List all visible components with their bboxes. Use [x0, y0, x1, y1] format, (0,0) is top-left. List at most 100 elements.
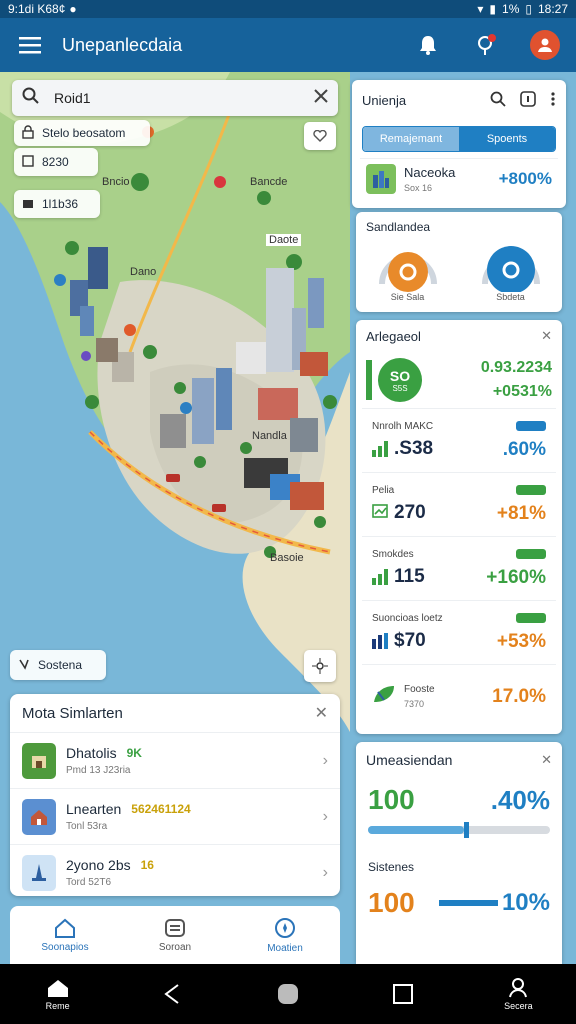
crosshair-icon: [312, 658, 328, 674]
list-item[interactable]: Lnearten 562461124 Tonl 53ra ›: [10, 788, 340, 844]
tab-label: Moatien: [267, 942, 303, 954]
stat-row[interactable]: Smokdes 115 +160%: [362, 536, 556, 600]
bar-chart-icon: [372, 633, 388, 649]
close-icon[interactable]: [314, 88, 328, 108]
stat-pill: [516, 548, 546, 559]
card-title: Umeasiendan: [366, 752, 453, 768]
big-value: 100: [368, 784, 415, 815]
card-title: Arlegaeol: [366, 328, 421, 344]
more-icon[interactable]: [550, 91, 556, 110]
nav-back-button[interactable]: [143, 983, 203, 1005]
station-label: Sostena: [38, 658, 83, 672]
chevron-icon: [18, 658, 30, 673]
recenter-button[interactable]: [304, 650, 336, 682]
nav-label: Reme: [45, 1000, 70, 1011]
status-time: 9:1di K68¢: [8, 2, 66, 16]
square-icon: [393, 984, 414, 1004]
close-icon[interactable]: ✕: [541, 752, 552, 768]
panel-title: Mota Simlarten: [22, 704, 123, 722]
item-sub: Tord 52T6: [66, 877, 112, 888]
nav-label: Secera: [504, 1000, 533, 1011]
stat-row[interactable]: Suoncioas loetz $70 +53%: [362, 600, 556, 664]
info-icon[interactable]: [520, 90, 536, 110]
nav-recent-button[interactable]: Secera: [488, 977, 548, 1011]
map-distance-chip[interactable]: 1l1b36: [14, 190, 100, 218]
back-icon: [164, 984, 179, 1004]
tab-monitor[interactable]: Moatien: [230, 906, 340, 964]
stat-pct: +53%: [496, 630, 546, 652]
map-search-bar: [12, 80, 338, 116]
gauge-right[interactable]: Sbdeta: [479, 240, 543, 302]
stat-label: Suoncioas loetz: [372, 613, 443, 624]
featured-sub: Sox 16: [404, 182, 433, 193]
heart-icon: [313, 130, 327, 142]
item-name: Lnearten: [66, 801, 122, 817]
stat-label: Smokdes: [372, 549, 414, 560]
app-title: Unepanlecdaia: [62, 34, 183, 55]
featured-pct: +800%: [498, 168, 552, 188]
close-icon[interactable]: ✕: [541, 328, 552, 344]
hero-stat[interactable]: SO S5S 0.93.2234 +0531%: [356, 352, 562, 408]
segment-tabs: Remajemant Spoents: [362, 126, 556, 152]
map-filter-chip[interactable]: 8230: [14, 148, 98, 176]
progress-track: [368, 822, 550, 838]
bar-chart-icon: [372, 441, 388, 457]
list-item[interactable]: 2yono 2bs 16 Tord 52T6 ›: [10, 844, 340, 900]
stat-row[interactable]: Nnrolh MAKC .S38 .60%: [362, 408, 556, 472]
stat-pct: +81%: [496, 502, 546, 524]
avatar[interactable]: [530, 30, 560, 60]
nav-circle-button[interactable]: [258, 983, 318, 1005]
stat-row[interactable]: Pelia 270 +81%: [362, 472, 556, 536]
map-heart-button[interactable]: [304, 122, 336, 150]
list-item[interactable]: Dhatolis 9K Pmd 13 J23ria ›: [10, 732, 340, 788]
wifi-icon: ▾: [477, 2, 484, 16]
clock-text: 18:27: [537, 2, 568, 16]
tab-sports[interactable]: Spoents: [459, 127, 555, 151]
lock-icon: [22, 124, 34, 142]
map-station-chip[interactable]: Sostena: [10, 650, 106, 680]
stat-pill: [516, 484, 546, 495]
system-nav-bar: Reme Secera: [0, 964, 576, 1024]
leaf-icon: [372, 684, 396, 709]
home-icon: [55, 918, 75, 938]
stat-value: .S38: [394, 438, 434, 459]
nav-overview-button[interactable]: [373, 983, 433, 1005]
gauge-label: Sie Sala: [390, 292, 425, 302]
map-place-label: Daote: [266, 234, 302, 246]
search-input[interactable]: [54, 90, 274, 106]
stat-label: Nnrolh MAKC: [372, 421, 434, 432]
map-layer-chip[interactable]: Stelo beosatom: [14, 120, 150, 146]
menu-icon[interactable]: [16, 31, 44, 59]
stat-label: Pelia: [372, 485, 395, 496]
nav-home-button[interactable]: Reme: [28, 978, 88, 1011]
bell-icon[interactable]: [414, 31, 442, 59]
gauge-icon: [378, 252, 437, 292]
item-badge: 16: [140, 858, 154, 872]
chip-value: 1l1b36: [42, 197, 79, 211]
tab-search[interactable]: Soroan: [120, 906, 230, 964]
chevron-right-icon: ›: [322, 751, 328, 769]
hero-pct-2: +0531%: [492, 383, 552, 400]
tab-home[interactable]: Soonapios: [10, 906, 120, 964]
stat-pill: [516, 420, 546, 431]
location-alert-icon[interactable]: [472, 31, 500, 59]
tab-management[interactable]: Remajemant: [363, 127, 459, 151]
stat-label: Fooste: [404, 684, 435, 695]
tower-icon: [22, 854, 56, 891]
stat-row[interactable]: Fooste 7370 17.0%: [362, 664, 556, 728]
bar-chart-icon: [372, 569, 388, 585]
item-sub: Pmd 13 J23ria: [66, 765, 131, 776]
battery-text: 1%: [502, 2, 520, 16]
close-icon[interactable]: ✕: [315, 703, 328, 723]
ring-bar: [438, 900, 498, 906]
gauge-left[interactable]: Sie Sala: [376, 240, 440, 302]
featured-row[interactable]: Naceoka Sox 16 +800%: [360, 158, 558, 198]
status-bar: 9:1di K68¢ ● ▾ ▮ 1% ▯ 18:27: [0, 0, 576, 18]
info-card: Unienja Remajemant Spoents Naceoka Sox 1…: [352, 80, 566, 208]
chevron-right-icon: ›: [322, 863, 328, 881]
gauge-label: Sbdeta: [496, 292, 525, 302]
slider-handle[interactable]: [464, 822, 470, 838]
search-icon[interactable]: [490, 91, 506, 110]
search-icon[interactable]: [22, 87, 40, 110]
chevron-right-icon: ›: [322, 807, 328, 825]
